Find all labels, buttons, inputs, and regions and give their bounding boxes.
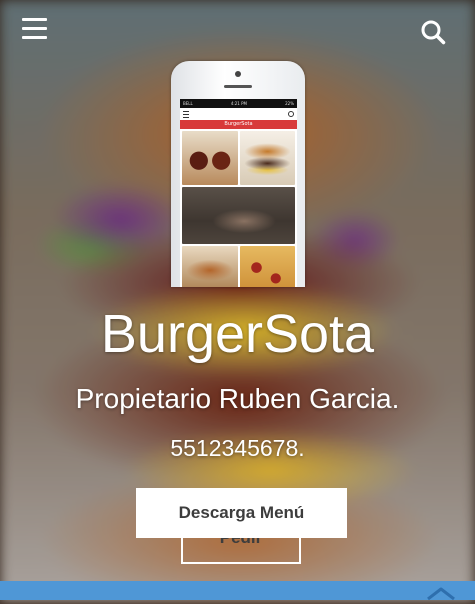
phone-app-bar (180, 108, 297, 120)
phone-number-text[interactable]: 5512345678. (0, 435, 475, 462)
status-carrier: BELL (183, 101, 193, 106)
phone-search-icon (288, 111, 294, 117)
bottom-bar (0, 581, 475, 600)
phone-screen: BELL 4:21 PM 22% BurgerSota (180, 99, 297, 287)
phone-food-grid (180, 129, 297, 287)
phone-camera (235, 71, 241, 77)
phone-menu-icon (183, 110, 189, 118)
hamburger-menu-icon[interactable] (22, 18, 47, 40)
burger-photo (182, 246, 238, 287)
table-photo (182, 187, 295, 244)
page-title: BurgerSota (100, 304, 375, 364)
search-icon[interactable] (420, 19, 446, 45)
chevron-up-icon[interactable] (425, 585, 457, 601)
status-time: 4:21 PM (230, 101, 247, 106)
phone-mockup-image: BELL 4:21 PM 22% BurgerSota (171, 61, 305, 287)
drinks-photo (182, 131, 238, 185)
burger-photo (239, 131, 295, 185)
download-menu-button[interactable]: Descarga Menú (136, 488, 347, 538)
phone-speaker (224, 85, 252, 88)
phone-status-bar: BELL 4:21 PM 22% (180, 99, 297, 108)
phone-brand-bar: BurgerSota (180, 120, 297, 129)
pizza-photo (239, 246, 295, 287)
status-battery: 22% (285, 101, 294, 106)
owner-text: Propietario Ruben Garcia. (75, 383, 400, 414)
